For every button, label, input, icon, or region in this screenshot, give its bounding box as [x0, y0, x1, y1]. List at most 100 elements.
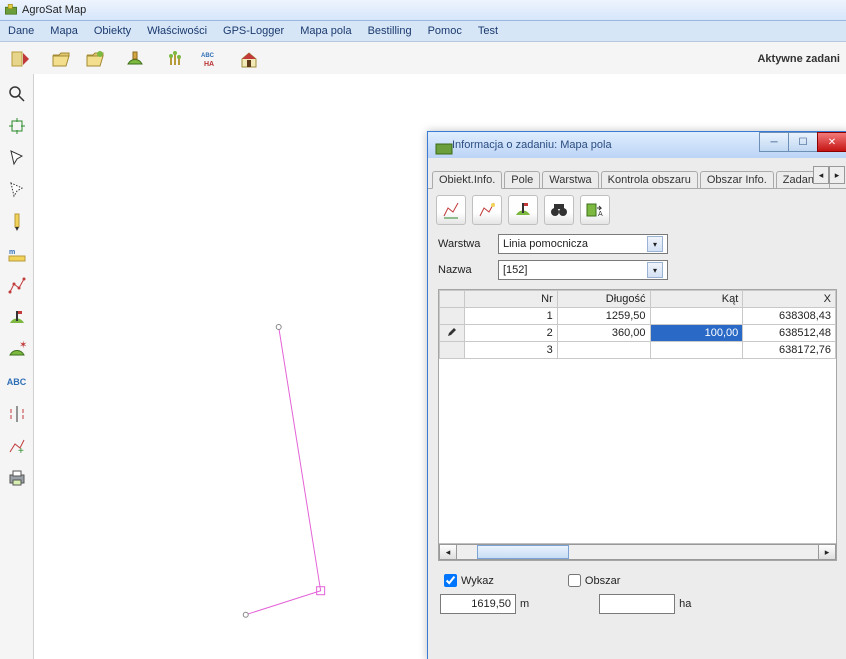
tool-pan-button[interactable]: [3, 112, 31, 140]
tool-print-button[interactable]: [3, 464, 31, 492]
main-title: AgroSat Map: [22, 4, 86, 16]
scroll-thumb[interactable]: [477, 545, 569, 559]
menu-pomoc[interactable]: Pomoc: [420, 21, 470, 41]
scroll-right-button[interactable]: ▸: [818, 544, 836, 560]
toolbar-open-2-button[interactable]: [80, 44, 110, 74]
dialog-minimize-button[interactable]: ─: [759, 132, 789, 152]
tab-obiekt-info[interactable]: Obiekt.Info.: [432, 171, 502, 189]
scroll-track[interactable]: [456, 544, 819, 560]
tool-layer-new-button[interactable]: ✶: [3, 336, 31, 364]
cell-len[interactable]: 360,00: [557, 325, 650, 342]
toolbar-plants-button[interactable]: [160, 44, 190, 74]
tool-measure-button[interactable]: m: [3, 240, 31, 268]
menu-dane[interactable]: Dane: [0, 21, 42, 41]
dialog-icon: [434, 138, 448, 152]
tool-pointer-dashed-button[interactable]: [3, 176, 31, 204]
obszar-label: Obszar: [585, 575, 620, 587]
chevron-down-icon: ▾: [647, 236, 663, 252]
tab-scroll-left[interactable]: ◂: [813, 166, 829, 184]
tab-scroll-right[interactable]: ▸: [829, 166, 845, 184]
menu-obiekty[interactable]: Obiekty: [86, 21, 139, 41]
tab-warstwa[interactable]: Warstwa: [542, 171, 598, 188]
tab-pole[interactable]: Pole: [504, 171, 540, 188]
cell-ang[interactable]: [650, 308, 743, 325]
tool-route-add-button[interactable]: +: [3, 432, 31, 460]
vertex-grid[interactable]: Nr Długość Kąt X 11259,50638308,432360,0…: [438, 289, 837, 561]
dlg-tool-binoculars-button[interactable]: [544, 195, 574, 225]
tool-pointer-button[interactable]: [3, 144, 31, 172]
toolbar-home-button[interactable]: [234, 44, 264, 74]
col-ang[interactable]: Kąt: [650, 291, 743, 308]
menubar: Dane Mapa Obiekty Właściwości GPS-Logger…: [0, 21, 846, 42]
col-nr[interactable]: Nr: [465, 291, 558, 308]
cell-x[interactable]: 638172,76: [743, 342, 836, 359]
wykaz-label: Wykaz: [461, 575, 494, 587]
menu-bestilling[interactable]: Bestilling: [360, 21, 420, 41]
svg-text:HA: HA: [204, 61, 214, 68]
toolbar-field-button[interactable]: [120, 44, 150, 74]
tool-polyline-button[interactable]: [3, 272, 31, 300]
cell-len[interactable]: 1259,50: [557, 308, 650, 325]
cell-ang[interactable]: 100,00: [650, 325, 743, 342]
tool-toggle-button[interactable]: [3, 400, 31, 428]
toolbar-abc-ha-button[interactable]: ABCHA: [194, 44, 224, 74]
row-indicator: [440, 308, 465, 325]
cell-ang[interactable]: [650, 342, 743, 359]
cell-nr[interactable]: 3: [465, 342, 558, 359]
cell-nr[interactable]: 1: [465, 308, 558, 325]
menu-mapa-pola[interactable]: Mapa pola: [292, 21, 359, 41]
scroll-left-button[interactable]: ◂: [439, 544, 457, 560]
task-info-dialog: Informacja o zadaniu: Mapa pola ─ ☐ ✕ Ob…: [427, 131, 846, 659]
menu-wlasciwosci[interactable]: Właściwości: [139, 21, 215, 41]
obszar-unit: ha: [679, 598, 691, 610]
tab-scrollers: ◂ ▸: [813, 166, 845, 184]
dlg-tool-chart2-button[interactable]: [472, 195, 502, 225]
app-icon: [4, 3, 18, 17]
tool-pencil-button[interactable]: [3, 208, 31, 236]
dlg-tool-chart1-button[interactable]: [436, 195, 466, 225]
table-row[interactable]: 3 638172,76: [440, 342, 836, 359]
col-x[interactable]: X: [743, 291, 836, 308]
dialog-tabbar: Obiekt.Info. Pole Warstwa Kontrola obsza…: [428, 164, 846, 189]
tool-abc-button[interactable]: ABC: [3, 368, 31, 396]
dialog-titlebar[interactable]: Informacja o zadaniu: Mapa pola ─ ☐ ✕: [428, 132, 846, 158]
col-len[interactable]: Długość: [557, 291, 650, 308]
wykaz-value-field[interactable]: 1619,50: [440, 594, 516, 614]
menu-gps-logger[interactable]: GPS-Logger: [215, 21, 292, 41]
tab-kontrola-obszaru[interactable]: Kontrola obszaru: [601, 171, 698, 188]
row-indicator: [440, 342, 465, 359]
table-row[interactable]: 11259,50 638308,43: [440, 308, 836, 325]
dlg-tool-marker-button[interactable]: [508, 195, 538, 225]
obszar-checkbox[interactable]: [568, 574, 581, 587]
dialog-close-button[interactable]: ✕: [817, 132, 846, 152]
toolbar-exit-button[interactable]: [6, 44, 36, 74]
svg-text:+: +: [18, 446, 24, 456]
dialog-maximize-button[interactable]: ☐: [788, 132, 818, 152]
svg-text:A: A: [598, 211, 603, 218]
tool-zoom-button[interactable]: [3, 80, 31, 108]
dlg-tool-replace-button[interactable]: A: [580, 195, 610, 225]
nazwa-select[interactable]: [152] ▾: [498, 260, 668, 280]
toolbar-open-1-button[interactable]: [46, 44, 76, 74]
tool-sidebar: m ✶ ABC +: [0, 74, 34, 659]
tab-obszar-info[interactable]: Obszar Info.: [700, 171, 774, 188]
col-rowhead[interactable]: [440, 291, 465, 308]
menu-mapa[interactable]: Mapa: [42, 21, 86, 41]
dialog-title: Informacja o zadaniu: Mapa pola: [452, 139, 612, 151]
wykaz-checkbox[interactable]: [444, 574, 457, 587]
obszar-value-field[interactable]: [599, 594, 675, 614]
cell-x[interactable]: 638512,48: [743, 325, 836, 342]
dialog-toolbar: A: [428, 189, 846, 231]
cell-len[interactable]: [557, 342, 650, 359]
warstwa-select[interactable]: Linia pomocnicza ▾: [498, 234, 668, 254]
tool-marker-button[interactable]: [3, 304, 31, 332]
grid-hscroll[interactable]: ◂ ▸: [439, 543, 836, 560]
table-row[interactable]: 2360,00100,00638512,48: [440, 325, 836, 342]
active-task-label: Aktywne zadani: [757, 53, 840, 65]
cell-x[interactable]: 638308,43: [743, 308, 836, 325]
cell-nr[interactable]: 2: [465, 325, 558, 342]
row-indicator: [440, 325, 465, 342]
menu-test[interactable]: Test: [470, 21, 506, 41]
main-toolbar: ABCHA Aktywne zadani: [0, 42, 846, 77]
vertex-table: Nr Długość Kąt X 11259,50638308,432360,0…: [439, 290, 836, 359]
